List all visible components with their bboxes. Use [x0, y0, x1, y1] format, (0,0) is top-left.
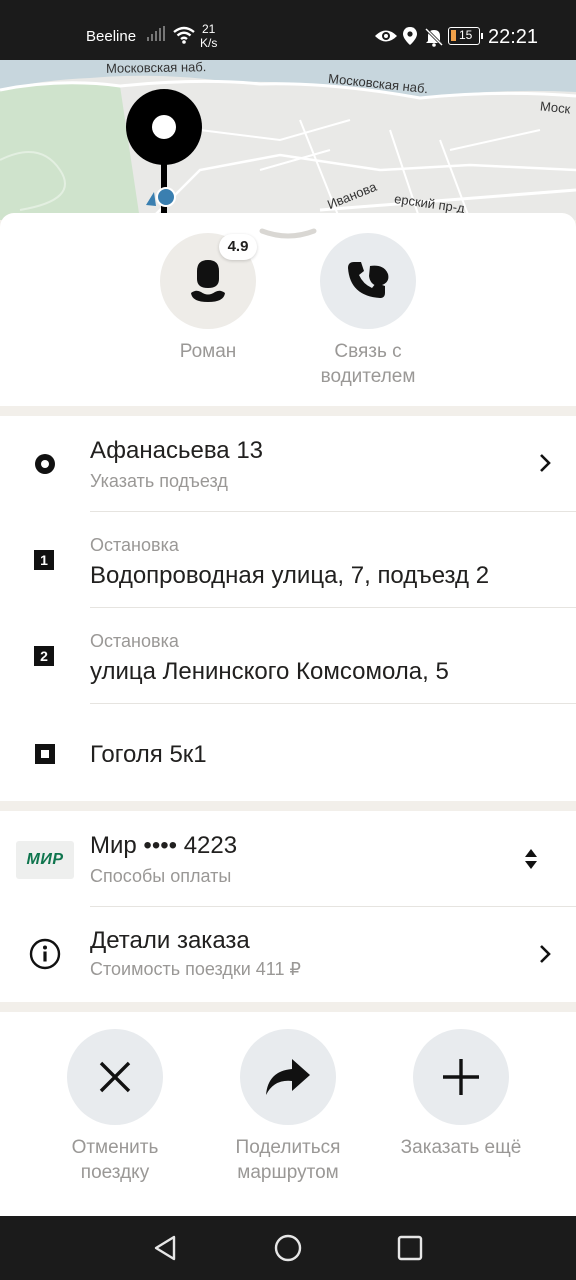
contact-driver-button[interactable] [320, 233, 416, 329]
stop-row[interactable]: 1 Остановка Водопроводная улица, 7, подъ… [0, 512, 576, 608]
ride-bottom-sheet: 4.9 Роман Связь с водителем Афанасьева 1… [0, 213, 576, 1216]
cancel-ride-button[interactable] [67, 1029, 163, 1125]
stop-label: Остановка [90, 535, 179, 555]
chevron-right-icon [538, 944, 552, 969]
home-nav-icon[interactable] [274, 1234, 302, 1262]
route-card: Афанасьева 13 Указать подъезд 1 Остановк… [0, 416, 576, 801]
system-nav-bar [0, 1216, 576, 1280]
map-label-street: Моск [539, 98, 572, 117]
chevron-right-icon [538, 453, 552, 478]
clock: 22:21 [488, 26, 539, 48]
stop-address: Водопроводная улица, 7, подъезд 2 [90, 562, 490, 589]
payment-card-title: Мир •••• 4223 [90, 832, 238, 859]
mir-card-logo: МИР [16, 841, 74, 879]
stop-number: 2 [34, 646, 54, 666]
network-speed: 21 K/s [200, 22, 217, 50]
recents-nav-icon[interactable] [397, 1234, 425, 1262]
contact-driver-label: Связь с водителем [320, 341, 416, 387]
status-bar: Beeline 21 K/s 15 22:21 [0, 0, 576, 60]
payment-method-row[interactable]: МИР Мир •••• 4223 Способы оплаты [0, 811, 576, 907]
battery-indicator: 15 [448, 27, 483, 45]
map-label-street: Московская наб. [105, 60, 207, 76]
close-icon [99, 1061, 131, 1093]
network-speed-unit: K/s [200, 36, 218, 50]
share-route-button[interactable] [240, 1029, 336, 1125]
pickup-row[interactable]: Афанасьева 13 Указать подъезд [0, 416, 576, 512]
bell-muted-icon [424, 27, 444, 52]
map-view[interactable]: Московская наб. Московская наб. Моск Ива… [0, 60, 576, 220]
pickup-address: Афанасьева 13 [90, 437, 264, 464]
destination-address: Гоголя 5к1 [90, 741, 207, 768]
share-arrow-icon [266, 1059, 310, 1095]
driver-rating-badge: 4.9 [219, 234, 257, 260]
share-route-label: Поделиться маршрутом [235, 1137, 341, 1183]
stop-number: 1 [34, 550, 54, 570]
cancel-ride-label: Отменить поездку [71, 1137, 159, 1183]
plus-icon [443, 1059, 479, 1095]
stop-label: Остановка [90, 631, 179, 651]
payment-methods-label: Способы оплаты [90, 866, 232, 886]
order-details-title: Детали заказа [90, 927, 250, 954]
stop-address: улица Ленинского Комсомола, 5 [90, 658, 449, 685]
back-nav-icon[interactable] [152, 1234, 180, 1262]
map-background [0, 60, 576, 220]
order-more-label: Заказать ещё [400, 1137, 522, 1158]
order-more-button[interactable] [413, 1029, 509, 1125]
pickup-entrance-hint: Указать подъезд [90, 471, 228, 491]
phone-chat-icon [348, 262, 389, 298]
pickup-point-icon [34, 453, 56, 480]
order-details-row[interactable]: Детали заказа Стоимость поездки 411 ₽ [0, 907, 576, 1002]
sheet-handle-icon[interactable] [258, 225, 318, 250]
actions-card: Отменить поездку Поделиться маршрутом За… [0, 1012, 576, 1216]
stop-number-icon: 1 [34, 550, 54, 570]
payment-card: МИР Мир •••• 4223 Способы оплаты Детали … [0, 811, 576, 1002]
destination-row[interactable]: Гоголя 5к1 [0, 704, 576, 801]
eye-icon [374, 28, 398, 49]
signal-icon [146, 26, 166, 47]
wifi-icon [172, 26, 196, 49]
network-speed-value: 21 [201, 22, 216, 36]
driver-card: 4.9 Роман Связь с водителем [0, 213, 576, 406]
sort-arrows-icon [524, 847, 538, 876]
stop-row[interactable]: 2 Остановка улица Ленинского Комсомола, … [0, 608, 576, 704]
ride-cost: Стоимость поездки 411 ₽ [90, 959, 301, 979]
info-icon [29, 938, 61, 975]
driver-avatar-icon [191, 260, 225, 302]
carrier-name: Beeline [86, 28, 137, 45]
destination-square-icon [34, 743, 56, 770]
location-icon [402, 26, 418, 51]
stop-number-icon: 2 [34, 646, 54, 666]
driver-name: Роман [179, 341, 237, 362]
